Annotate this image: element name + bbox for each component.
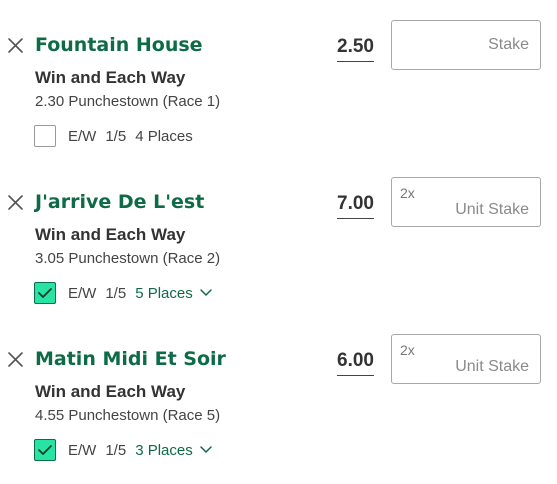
bet-item: J'arrive De L'est Win and Each Way 3.05 … (0, 157, 557, 307)
remove-selection-button[interactable] (6, 350, 26, 370)
odds-price[interactable]: 6.00 (337, 350, 374, 376)
checkmark-icon (38, 288, 52, 298)
stake-placeholder: Unit Stake (455, 358, 529, 375)
each-way-row: E/W 1/5 3 Places (34, 438, 213, 462)
event-name: 4.55 Punchestown (Race 5) (35, 407, 221, 424)
betslip: Fountain House Win and Each Way 2.30 Pun… (0, 0, 557, 484)
event-name: 3.05 Punchestown (Race 2) (35, 250, 221, 267)
remove-selection-button[interactable] (6, 193, 26, 213)
stake-input[interactable]: Stake (391, 20, 541, 70)
each-way-terms: 1/5 (105, 284, 127, 302)
market-name: Win and Each Way (35, 382, 186, 401)
unit-stake-input[interactable]: 2x Unit Stake (391, 177, 541, 227)
stake-multiplier: 2x (400, 342, 415, 358)
each-way-terms: 1/5 (105, 127, 127, 145)
each-way-label: E/W (68, 284, 97, 302)
each-way-terms: 1/5 (105, 441, 127, 459)
each-way-row: E/W 1/5 4 Places (34, 124, 193, 148)
close-icon (8, 195, 23, 210)
bet-item: Matin Midi Et Soir Win and Each Way 4.55… (0, 314, 557, 464)
event-name: 2.30 Punchestown (Race 1) (35, 93, 221, 110)
each-way-label: E/W (68, 441, 97, 459)
places-dropdown[interactable]: 3 Places (135, 442, 213, 459)
selection-name: Fountain House (35, 34, 203, 56)
odds-price[interactable]: 2.50 (337, 36, 374, 62)
each-way-checkbox[interactable] (34, 282, 56, 304)
places-label: 3 Places (135, 441, 193, 459)
each-way-label: E/W (68, 127, 97, 145)
remove-selection-button[interactable] (6, 36, 26, 56)
each-way-row: E/W 1/5 5 Places (34, 281, 213, 305)
stake-multiplier: 2x (400, 185, 415, 201)
stake-placeholder: Unit Stake (455, 201, 529, 218)
selection-name: Matin Midi Et Soir (35, 348, 226, 370)
chevron-down-icon (200, 446, 212, 453)
bet-item: Fountain House Win and Each Way 2.30 Pun… (0, 0, 557, 150)
market-name: Win and Each Way (35, 68, 186, 87)
places-label: 4 Places (135, 127, 193, 145)
places-label: 5 Places (135, 284, 193, 302)
close-icon (8, 352, 23, 367)
places-dropdown[interactable]: 5 Places (135, 285, 213, 302)
selection-name: J'arrive De L'est (35, 191, 205, 213)
close-icon (8, 38, 23, 53)
each-way-checkbox[interactable] (34, 125, 56, 147)
each-way-checkbox[interactable] (34, 439, 56, 461)
market-name: Win and Each Way (35, 225, 186, 244)
stake-placeholder: Stake (488, 36, 529, 53)
checkmark-icon (38, 445, 52, 455)
chevron-down-icon (200, 289, 212, 296)
unit-stake-input[interactable]: 2x Unit Stake (391, 334, 541, 384)
odds-price[interactable]: 7.00 (337, 193, 374, 219)
